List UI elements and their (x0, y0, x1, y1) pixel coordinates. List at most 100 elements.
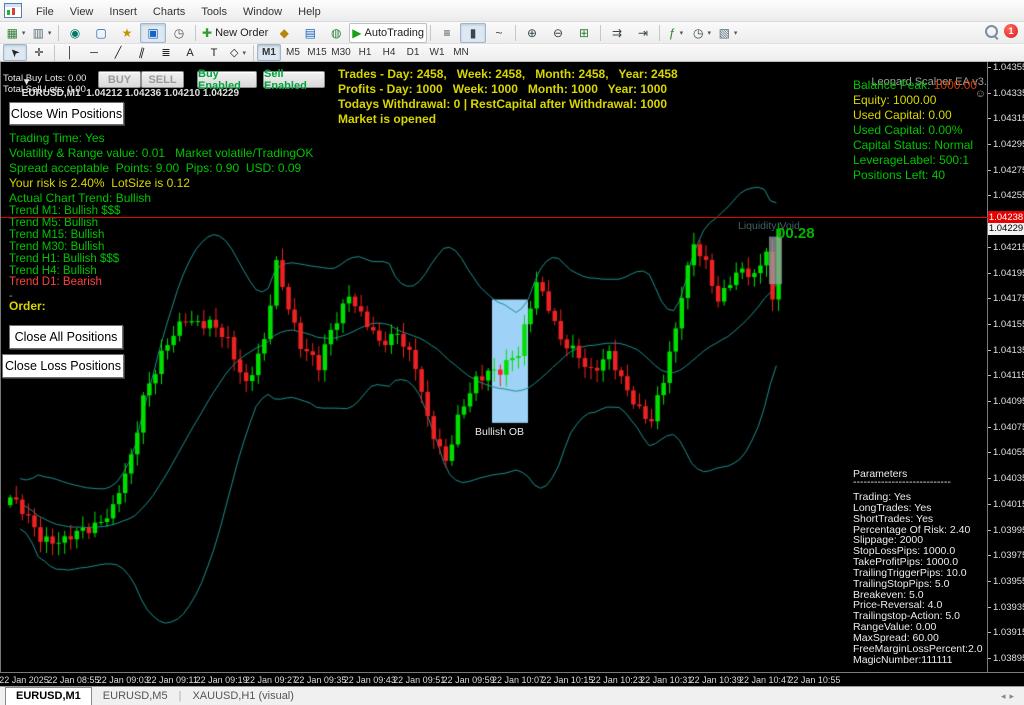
price-tick: 1.04215 (993, 242, 1024, 253)
periods-icon[interactable]: ◷▾ (689, 23, 715, 43)
shapes-icon[interactable]: ◇▾ (226, 44, 250, 61)
tf-button-mn[interactable]: MN (449, 44, 473, 61)
candle-countdown: 00.28 (777, 225, 815, 242)
tf-button-h1[interactable]: H1 (353, 44, 377, 61)
autotrading-button[interactable]: ▶AutoTrading (349, 23, 427, 43)
tf-button-m5[interactable]: M5 (281, 44, 305, 61)
toolbar-separator (54, 45, 55, 61)
tf-button-d1[interactable]: D1 (401, 44, 425, 61)
chart-line-icon[interactable]: ~ (486, 23, 512, 43)
toolbar-standard: ▦▾▥▾ ◉▢ ★ ▣ ◷ ✚New Order◆▤◍▶AutoTrading ≡ ▮~ ⊕⊖⊞… (0, 22, 1024, 44)
chart-tab-eurusd-m5[interactable]: EURUSD,M5 (92, 687, 179, 705)
experts-icon[interactable]: ▤ (297, 23, 323, 43)
templates-icon[interactable]: ▧▾ (715, 23, 741, 43)
new-chart-icon[interactable]: ▦▾ (3, 23, 29, 43)
market-watch-icon[interactable]: ◉ (62, 23, 88, 43)
trendline-icon[interactable]: ╱ (106, 44, 130, 61)
tf-button-w1[interactable]: W1 (425, 44, 449, 61)
terminal-icon[interactable]: ▣ (140, 23, 166, 43)
toolbar-separator (515, 25, 516, 41)
tile-windows-icon[interactable]: ⊞ (571, 23, 597, 43)
parameter-line: MagicNumber:111111 (853, 655, 983, 666)
menu-tools[interactable]: Tools (193, 3, 235, 21)
text-label-icon: T (211, 47, 218, 59)
text-icon[interactable]: A (178, 44, 202, 61)
search-icon[interactable] (985, 25, 998, 38)
menu-charts[interactable]: Charts (145, 3, 193, 21)
close-all-positions-button[interactable]: Close All Positions (9, 325, 123, 349)
cursor-icon[interactable]: ➤ (3, 44, 27, 61)
text-label-icon[interactable]: T (202, 44, 226, 61)
price-tick: 1.03975 (993, 550, 1024, 561)
news-icon[interactable]: ◍ (323, 23, 349, 43)
price-tick: 1.04035 (993, 473, 1024, 484)
menu-insert[interactable]: Insert (101, 3, 145, 21)
fibonacci-icon[interactable]: ≣ (154, 44, 178, 61)
price-axis[interactable]: 1.04238 1.04229 1.043551.043351.043151.0… (987, 62, 1024, 672)
app-logo-icon (4, 3, 22, 18)
new-order-button[interactable]: ✚New Order (199, 23, 271, 43)
navigator-icon[interactable]: ★ (114, 23, 140, 43)
navigator-icon: ★ (122, 26, 133, 40)
periods-icon: ◷ (693, 26, 703, 40)
chart-bars-icon: ≡ (444, 26, 451, 40)
horizontal-line-icon[interactable]: ─ (82, 44, 106, 61)
toolbar-right: 1 (985, 24, 1018, 38)
ask-price-badge: 1.04238 (988, 211, 1024, 223)
chart-shift-icon[interactable]: ⇥ (630, 23, 656, 43)
menu-view[interactable]: View (62, 3, 102, 21)
time-label: 22 Jan 09:19 (196, 675, 248, 685)
close-loss-positions-button[interactable]: Close Loss Positions (2, 354, 124, 378)
menu-help[interactable]: Help (290, 3, 329, 21)
chart-shift-icon: ⇥ (638, 26, 648, 40)
sell-button[interactable]: SELL (141, 71, 184, 88)
shapes-icon: ◇ (230, 46, 238, 59)
trend-line: Trend D1: Bearish (9, 277, 120, 289)
chart-area: ▼ EURUSD,M1 1.04212 1.04236 1.04210 1.04… (0, 62, 987, 672)
new-order-label: New Order (215, 27, 268, 39)
crosshair-icon[interactable]: ✛ (27, 44, 51, 61)
tf-button-h4[interactable]: H4 (377, 44, 401, 61)
price-tick: 1.03915 (993, 627, 1024, 638)
notification-badge[interactable]: 1 (1004, 24, 1018, 38)
auto-scroll-icon[interactable]: ⇉ (604, 23, 630, 43)
zoom-in-icon[interactable]: ⊕ (519, 23, 545, 43)
ea-status-line: Positions Left: 40 (853, 168, 977, 183)
tab-scroll-arrows[interactable]: ◂▸ (1001, 691, 1018, 702)
sell-enabled-button[interactable]: Sell Enabled (263, 71, 325, 88)
close-win-positions-button[interactable]: Close Win Positions (9, 102, 124, 125)
fibonacci-icon: ≣ (161, 46, 170, 59)
time-label: 22 Jan 09:11 (146, 675, 197, 685)
indicators-icon[interactable]: ƒ▾ (663, 23, 689, 43)
chart-candles-icon[interactable]: ▮ (460, 23, 486, 43)
menu-window[interactable]: Window (235, 3, 290, 21)
tf-button-m1[interactable]: M1 (257, 44, 281, 61)
profiles-icon: ▥ (33, 26, 44, 40)
ea-status-block: Balance Peak: 1000.00Equity: 1000.00Used… (853, 78, 977, 183)
time-label: 22 Jan 09:27 (245, 675, 297, 685)
tf-button-m30[interactable]: M30 (329, 44, 353, 61)
menu-file[interactable]: File (28, 3, 62, 21)
total-sell-lots: Total Sell Lots: 0.00 (3, 85, 86, 96)
tf-button-m15[interactable]: M15 (305, 44, 329, 61)
price-tick: 1.04255 (993, 190, 1024, 201)
chart-bars-icon[interactable]: ≡ (434, 23, 460, 43)
equidistant-channel-icon[interactable]: ∥ (130, 44, 154, 61)
data-window-icon[interactable]: ▢ (88, 23, 114, 43)
ea-stats-line: Profits - Day: 1000 Week: 1000 Month: 10… (338, 82, 678, 97)
chart-tab-eurusd-m1[interactable]: EURUSD,M1 (5, 687, 92, 705)
profiles-icon[interactable]: ▥▾ (29, 23, 55, 43)
ea-status-line: Capital Status: Normal (853, 138, 977, 153)
ea-info-line: Spread acceptable Points: 9.00 Pips: 0.9… (9, 161, 313, 176)
buy-enabled-button[interactable]: Buy Enabled (197, 71, 257, 88)
terminal-icon: ▣ (147, 26, 158, 40)
chart-tab-xauusd-h1-visual-[interactable]: XAUUSD,H1 (visual) (181, 687, 304, 705)
price-tick: 1.04135 (993, 345, 1024, 356)
strategy-tester-icon[interactable]: ◷ (166, 23, 192, 43)
time-axis[interactable]: 22 Jan 202522 Jan 08:5522 Jan 09:0322 Ja… (0, 672, 1024, 686)
buy-button[interactable]: BUY (98, 71, 141, 88)
metaeditor-icon[interactable]: ◆ (271, 23, 297, 43)
vertical-line-icon[interactable]: │ (58, 44, 82, 61)
zoom-out-icon[interactable]: ⊖ (545, 23, 571, 43)
price-tick: 1.04315 (993, 113, 1024, 124)
